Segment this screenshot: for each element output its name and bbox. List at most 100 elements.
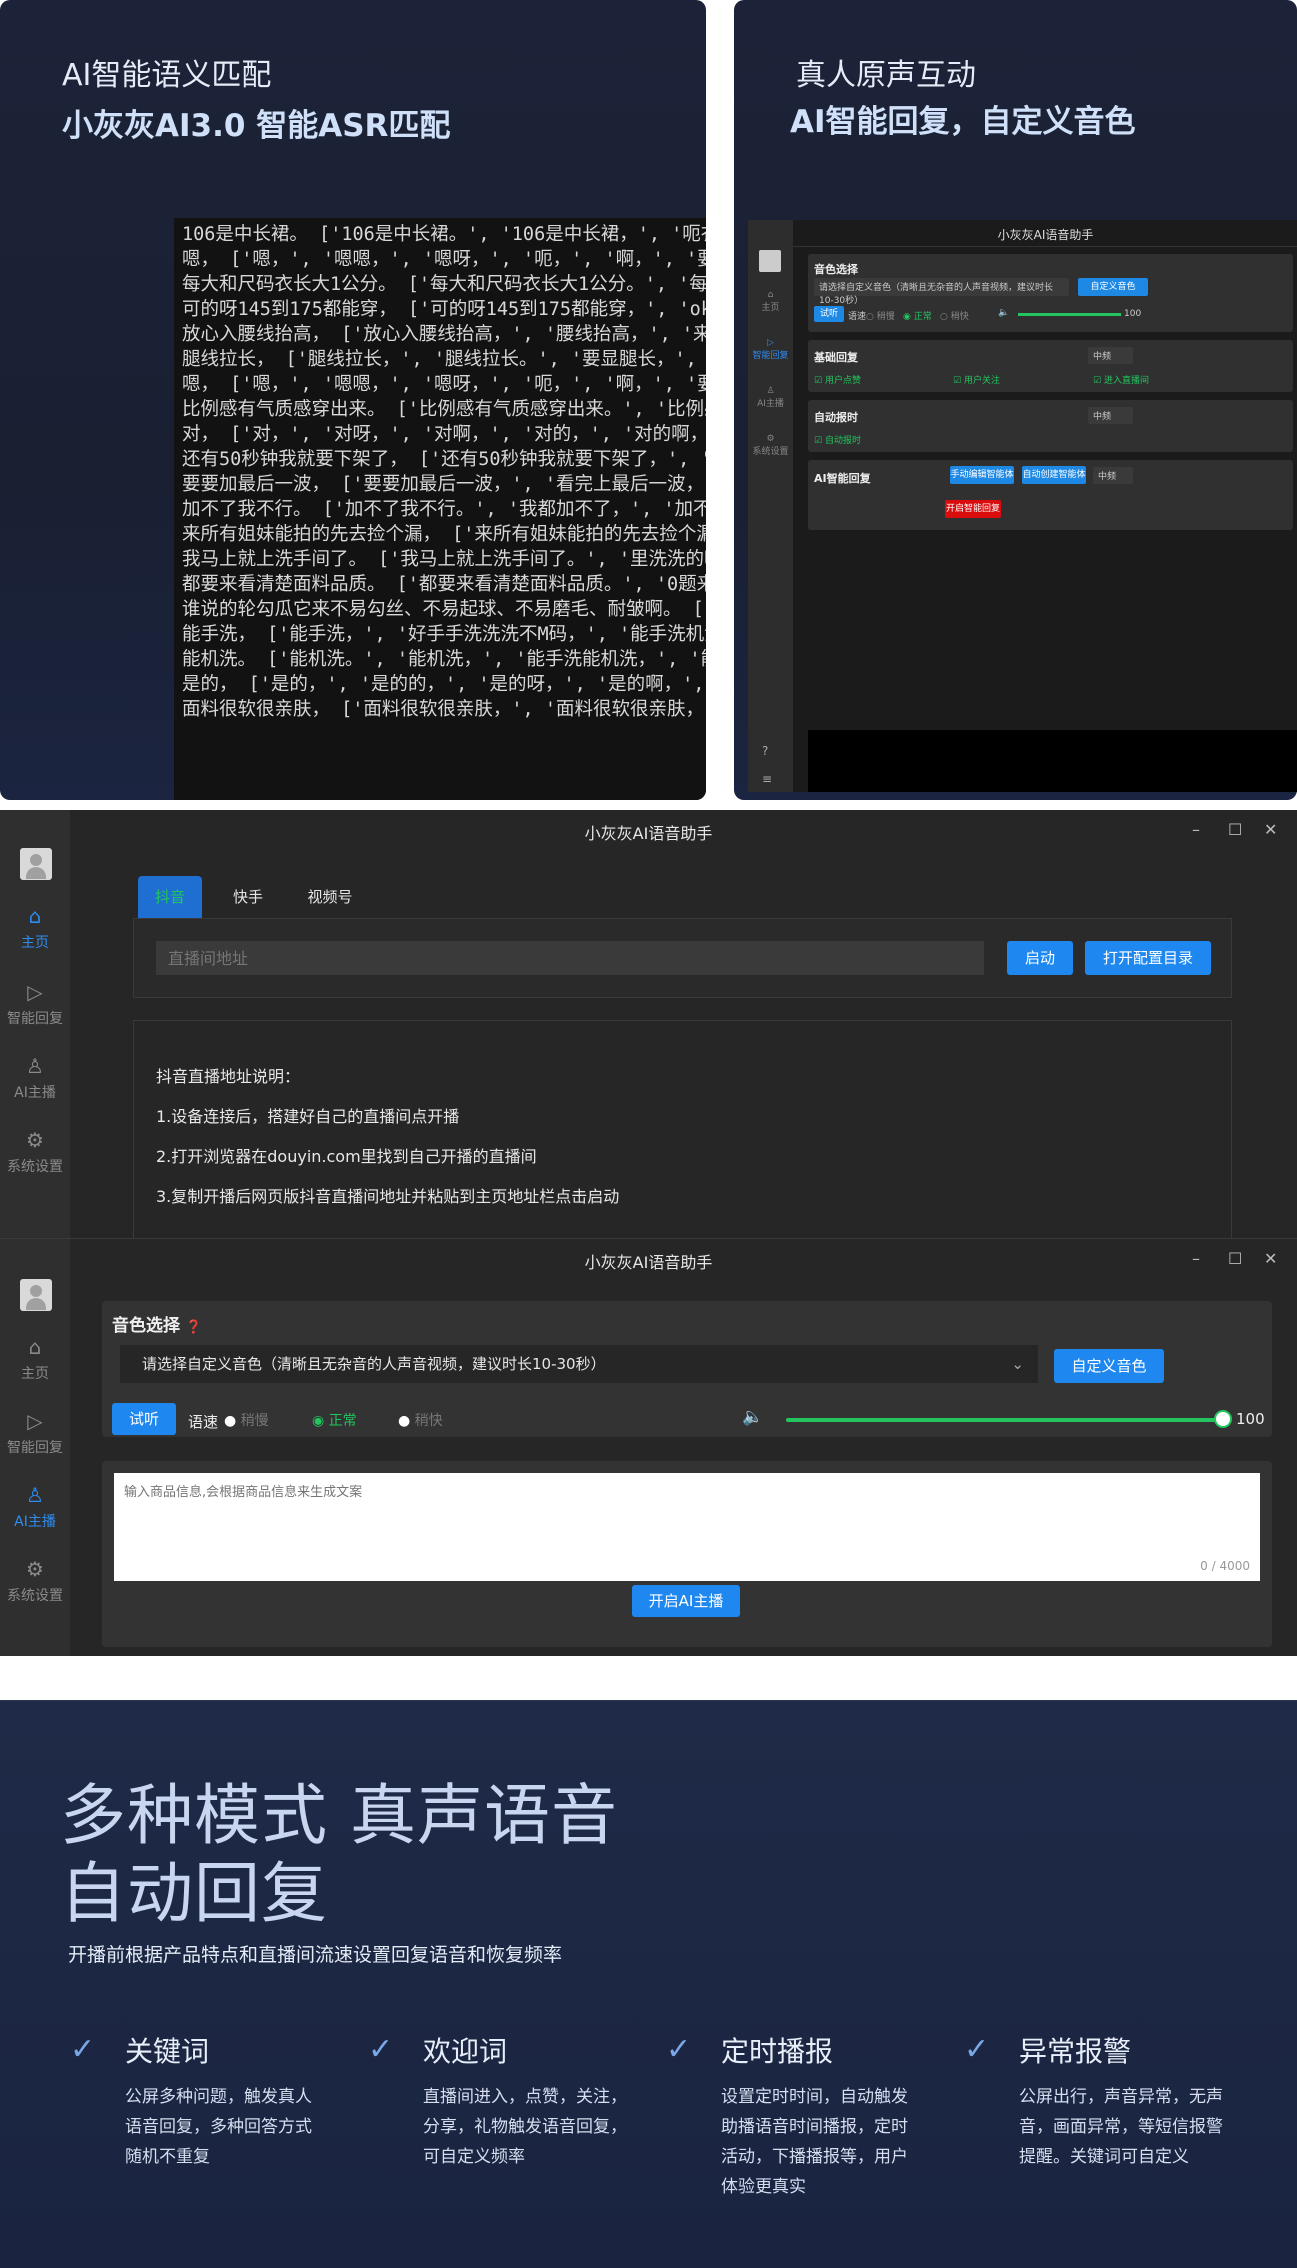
mini-custom-voice-button[interactable]: 自定义音色 — [1078, 278, 1148, 296]
sidebar-item-home[interactable]: ⌂ 主页 — [0, 1335, 70, 1383]
instructions-title: 抖音直播地址说明： — [156, 1067, 301, 1086]
mini-speed-slow[interactable]: ○ 稍慢 — [866, 309, 895, 322]
volume-handle[interactable] — [1214, 1410, 1232, 1428]
app-window-anchor: ⌂ 主页 ▷ 智能回复 ♙ AI主播 ⚙ 系统设置 小灰灰AI语音助手 – ☐ ✕ 音色… — [0, 1238, 1297, 1656]
maximize-icon[interactable]: ☐ — [1228, 820, 1242, 839]
mini-ai-label: AI智能回复 — [814, 472, 871, 485]
sidebar-item-settings[interactable]: ⚙ 系统设置 — [0, 1128, 70, 1176]
code-line: 都要来看清楚面料品质。 ['都要来看清楚面料品质。', '0题来听清 — [182, 574, 706, 595]
home-icon: ⌂ — [28, 904, 42, 928]
mini-ai-box: AI智能回复 手动编辑智能体 自动创建智能体 中频 开启智能回复 — [808, 460, 1293, 530]
sidebar-item-reply[interactable]: ▷ 智能回复 — [0, 1409, 70, 1457]
speed-label: 语速 — [188, 1413, 219, 1431]
mini-nav-reply[interactable]: ▷ 智能回复 — [748, 338, 793, 361]
mini-start-reply-button[interactable]: 开启智能回复 — [945, 500, 1001, 518]
speed-slow-radio[interactable]: ● 稍慢 — [224, 1410, 269, 1430]
speed-fast-radio[interactable]: ● 稍快 — [398, 1410, 443, 1430]
sidebar-item-settings[interactable]: ⚙ 系统设置 — [0, 1557, 70, 1605]
feature-desc: 直播间进入，点赞，关注， 分享，礼物触发语音回复， 可自定义频率 — [423, 2087, 627, 2167]
mini-auto-box: 自动报时 中频 ☑ 自动报时 — [808, 400, 1293, 452]
code-line: 能手洗， ['能手洗，', '好手手洗洗洗不M码，', '能手洗机洗， — [182, 624, 706, 645]
asr-panel: AI智能语义匹配 小灰灰AI3.0 智能ASR匹配 106是中长裙。 ['106… — [0, 0, 706, 800]
instruction-line: 1.设备连接后，搭建好自己的直播间点开播 — [156, 1107, 460, 1126]
mini-basic-label: 基础回复 — [814, 351, 858, 364]
mini-auto-level[interactable]: 中频 — [1088, 407, 1133, 424]
minimize-icon[interactable]: – — [1192, 1249, 1200, 1268]
menu-icon[interactable]: ≡ — [762, 772, 772, 786]
mini-voice-label: 音色选择 — [814, 263, 858, 276]
live-url-input[interactable] — [156, 941, 984, 975]
start-button[interactable]: 启动 — [1007, 941, 1073, 975]
product-info-textarea[interactable] — [114, 1473, 1260, 1581]
mini-voice-select[interactable]: 请选择自定义音色（清晰且无杂音的人声音视频，建议时长10-30秒） — [814, 278, 1069, 306]
try-listen-button[interactable]: 试听 — [112, 1403, 176, 1435]
mini-auto-agent-button[interactable]: 自动创建智能体 — [1022, 466, 1086, 484]
avatar — [20, 1279, 52, 1311]
avatar — [20, 848, 52, 880]
instruction-line: 2.打开浏览器在douyin.com里找到自己开播的直播间 — [156, 1147, 537, 1166]
avatar — [759, 250, 781, 272]
tab-douyin[interactable]: 抖音 — [138, 876, 202, 918]
open-config-button[interactable]: 打开配置目录 — [1085, 941, 1211, 975]
code-line: 腿线拉长， ['腿线拉长，', '腿线拉长。', '要显腿长，', '腿 — [182, 349, 706, 370]
code-line: 我马上就上洗手间了。 ['我马上就上洗手间了。', '里洗洗的啊啊 — [182, 549, 706, 570]
feature-title: 定时播报 — [721, 2035, 834, 2068]
mini-basic-level[interactable]: 中频 — [1088, 347, 1133, 364]
volume-icon[interactable]: 🔈 — [742, 1407, 763, 1427]
code-line: 谁说的轮勾瓜它来不易勾丝、不易起球、不易磨毛、耐皱啊。 ['谁说 — [182, 599, 706, 620]
code-line: 还有50秒钟我就要下架了， ['还有50秒钟我就要下架了，', '肯定 — [182, 449, 706, 470]
mini-nav-home[interactable]: ⌂ 主页 — [748, 290, 793, 313]
mini-title: 小灰灰AI语音助手 — [997, 228, 1094, 242]
speed-normal-radio[interactable]: ◉ 正常 — [312, 1410, 357, 1430]
page-root: { "panel1": { "line1": "AI智能语义匹配", "line… — [0, 0, 1297, 2268]
mini-ai-level[interactable]: 中频 — [1093, 467, 1133, 484]
start-anchor-button[interactable]: 开启AI主播 — [632, 1585, 740, 1617]
custom-voice-button[interactable]: 自定义音色 — [1054, 1349, 1164, 1383]
minimize-icon[interactable]: – — [1192, 820, 1200, 839]
mini-nav-settings[interactable]: ⚙ 系统设置 — [748, 434, 793, 457]
sidebar-item-reply[interactable]: ▷ 智能回复 — [0, 980, 70, 1028]
voice-select-box: 音色选择 ❓ 请选择自定义音色（清晰且无杂音的人声音视频，建议时长10-30秒）… — [102, 1301, 1272, 1437]
mini-nav-anchor[interactable]: ♙ AI主播 — [748, 386, 793, 409]
code-line: 要要加最后一波， ['要要加最后一波，', '看完上最后一波，', — [182, 474, 706, 495]
panel-subheading: 小灰灰AI3.0 智能ASR匹配 — [62, 108, 451, 144]
mini-check-enter[interactable]: ☑ 进入直播间 — [1093, 373, 1149, 386]
close-icon[interactable]: ✕ — [1264, 820, 1277, 839]
sidebar-item-anchor[interactable]: ♙ AI主播 — [0, 1054, 70, 1102]
mini-speed-normal[interactable]: ◉ 正常 — [903, 309, 932, 322]
mini-speed-label: 语速 — [848, 312, 867, 322]
tab-kuaishou[interactable]: 快手 — [216, 876, 280, 918]
mini-basic-box: 基础回复 中频 ☑ 用户点赞 ☑ 用户关注 ☑ 进入直播间 — [808, 340, 1293, 392]
code-line: 嗯， ['嗯，', '嗯嗯，', '嗯呀，', '呃，', '啊，', '要过 — [182, 249, 706, 270]
sidebar-item-anchor[interactable]: ♙ AI主播 — [0, 1483, 70, 1531]
mini-manual-agent-button[interactable]: 手动编辑智能体 — [950, 466, 1014, 484]
play-square-icon: ▷ — [27, 980, 43, 1004]
close-icon[interactable]: ✕ — [1264, 1249, 1277, 1268]
volume-icon[interactable]: 🔈 — [998, 308, 1009, 318]
panel-subheading: AI智能回复，自定义音色 — [790, 104, 1136, 140]
voice-select[interactable]: 请选择自定义音色（清晰且无杂音的人声音视频，建议时长10-30秒） ⌄ — [120, 1345, 1038, 1383]
banner-subtitle: 开播前根据产品特点和直播间流速设置回复语音和恢复频率 — [68, 1944, 563, 1966]
check-icon: ✓ — [666, 2032, 692, 2067]
volume-slider[interactable] — [786, 1418, 1226, 1422]
mini-check-like[interactable]: ☑ 用户点赞 — [814, 373, 861, 386]
mini-speed-fast[interactable]: ○ 稍快 — [940, 309, 969, 322]
instructions-box: 抖音直播地址说明： 1.设备连接后，搭建好自己的直播间点开播 2.打开浏览器在d… — [133, 1020, 1232, 1240]
feature-desc: 公屏多种问题，触发真人 语音回复，多种回答方式 随机不重复 — [125, 2087, 312, 2167]
sidebar-item-home[interactable]: ⌂ 主页 — [0, 904, 70, 952]
product-box: 0 / 4000 开启AI主播 — [102, 1461, 1272, 1647]
mini-auto-label: 自动报时 — [814, 411, 858, 424]
tab-shipinhao[interactable]: 视频号 — [294, 876, 366, 918]
mini-volume-slider[interactable] — [1018, 313, 1121, 316]
mini-app-window: ⌂ 主页 ▷ 智能回复 ♙ AI主播 ⚙ 系统设置 ? ≡ 小灰灰AI语音助手 音色选择… — [748, 220, 1297, 792]
code-line: 面料很软很亲肤， ['面料很软很亲肤，', '面料很软很亲肤，', — [182, 699, 706, 720]
help-icon[interactable]: ? — [762, 744, 768, 758]
window-title: 小灰灰AI语音助手 — [584, 1253, 713, 1272]
play-square-icon: ▷ — [27, 1409, 43, 1433]
window-title: 小灰灰AI语音助手 — [584, 824, 713, 843]
mini-try-button[interactable]: 试听 — [814, 306, 844, 322]
maximize-icon[interactable]: ☐ — [1228, 1249, 1242, 1268]
mini-check-auto[interactable]: ☑ 自动报时 — [814, 433, 861, 446]
banner-title-line2: 自动回复 — [60, 1855, 328, 1932]
mini-check-follow[interactable]: ☑ 用户关注 — [953, 373, 1000, 386]
